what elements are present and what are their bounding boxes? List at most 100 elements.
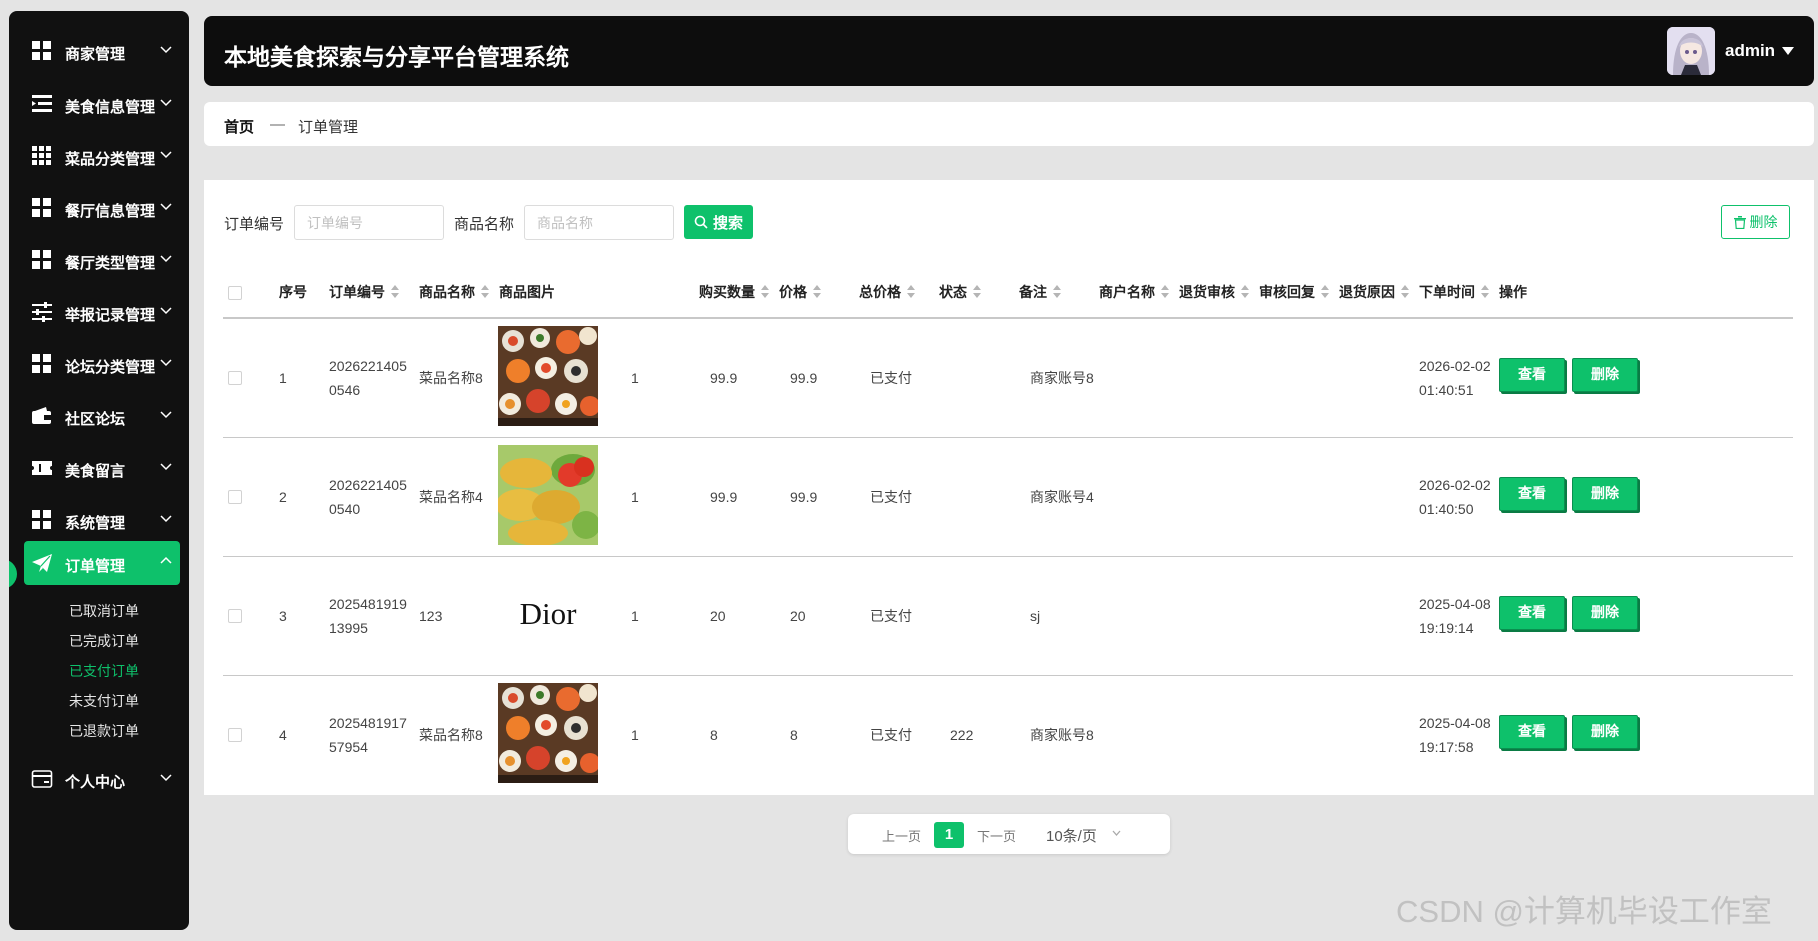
goods-image-sushi[interactable] [498,326,598,426]
sidebar-item-dish-category[interactable]: 菜品分类管理 [9,134,189,178]
cell-total: 20 [790,608,806,624]
sort-icon[interactable] [1401,285,1410,299]
sidebar-item-report-records[interactable]: 举报记录管理 [9,290,189,334]
col-header-label: 总价格 [859,284,901,300]
col-header-price[interactable]: 价格 [779,282,822,302]
submenu-cancelled-orders[interactable]: 已取消订单 [69,601,139,621]
avatar[interactable] [1667,27,1715,75]
sort-icon[interactable] [1161,285,1170,299]
col-header-label: 审核回复 [1259,284,1315,300]
ticket-icon [32,461,52,475]
row-checkbox[interactable] [228,490,242,504]
cell-order-time: 2026-02-02 01:40:50 [1419,477,1491,517]
sort-icon[interactable] [813,285,822,299]
sort-icon[interactable] [761,285,770,299]
col-header-order-no[interactable]: 订单编号 [329,282,400,302]
select-all-checkbox[interactable] [228,286,242,300]
sidebar-item-restaurant-info[interactable]: 餐厅信息管理 [9,186,189,230]
col-header-label: 商户名称 [1099,284,1155,300]
view-button[interactable]: 查看 [1499,715,1565,749]
sort-icon[interactable] [391,285,400,299]
col-header-return-reason[interactable]: 退货原因 [1339,282,1410,302]
cell-price: 99.9 [710,370,738,386]
sidebar-item-food-message[interactable]: 美食留言 [9,446,189,490]
col-header-total[interactable]: 总价格 [859,282,916,302]
chevron-down-icon[interactable] [1112,830,1121,837]
col-header-audit-reply[interactable]: 审核回复 [1259,282,1330,302]
page-number-current[interactable]: 1 [934,822,964,848]
col-header-order-time[interactable]: 下单时间 [1419,282,1490,302]
page-size-select[interactable]: 10条/页 [1046,825,1097,846]
goods-name-input[interactable] [524,205,674,240]
breadcrumb-home[interactable]: 首页 [224,116,254,137]
cell-merchant: 商家账号8 [1030,370,1094,386]
search-icon [694,215,708,229]
user-name[interactable]: admin [1725,41,1775,61]
submenu-refunded-orders[interactable]: 已退款订单 [69,721,139,741]
chevron-down-icon [160,307,172,315]
submenu-completed-orders[interactable]: 已完成订单 [69,631,139,651]
sushi-image [498,683,598,783]
sidebar-item-forum[interactable]: 社区论坛 [9,394,189,438]
sort-icon[interactable] [1053,285,1062,299]
next-page-button[interactable]: 下一页 [977,826,1016,845]
sidebar-item-merchant[interactable]: 商家管理 [9,29,189,73]
submenu-unpaid-orders[interactable]: 未支付订单 [69,691,139,711]
sort-icon[interactable] [907,285,916,299]
cell-total: 99.9 [790,489,818,505]
col-header-index: 序号 [279,282,307,302]
sidebar-item-personal-center[interactable]: 个人中心 [9,757,189,801]
sidebar-item-restaurant-type[interactable]: 餐厅类型管理 [9,238,189,282]
table-row: 2 20262214050540 菜品名称4 1 99.9 99.9 已支付 商… [223,438,1793,557]
sidebar-item-orders[interactable]: 订单管理 [24,541,180,585]
col-header-goods-name[interactable]: 商品名称 [419,282,490,302]
col-header-merchant[interactable]: 商户名称 [1099,282,1170,302]
cell-index: 2 [279,489,287,505]
delete-button[interactable]: 删除 [1572,596,1638,630]
delete-button[interactable]: 删除 [1572,358,1638,392]
row-checkbox[interactable] [228,371,242,385]
sidebar-item-forum-category[interactable]: 论坛分类管理 [9,342,189,386]
grid-icon [32,354,51,373]
sort-icon[interactable] [481,285,490,299]
row-checkbox[interactable] [228,609,242,623]
bulk-delete-button[interactable]: 删除 [1721,205,1790,239]
search-button[interactable]: 搜索 [684,205,753,239]
cell-merchant: sj [1030,608,1041,624]
delete-button[interactable]: 删除 [1572,715,1638,749]
order-list-panel: 订单编号 商品名称 搜索 删除 序号 订单编号 商品名称 商品图片 购买数量 价… [204,180,1814,795]
view-button[interactable]: 查看 [1499,596,1565,630]
col-header-status[interactable]: 状态 [939,282,982,302]
dior-logo-image: Dior [498,564,598,664]
view-button[interactable]: 查看 [1499,358,1565,392]
col-header-label: 商品名称 [419,284,475,300]
sidebar-item-food-info[interactable]: 美食信息管理 [9,82,189,126]
goods-image-sushi[interactable] [498,683,598,783]
breadcrumb: 首页 — 订单管理 [204,102,1814,146]
order-no-input[interactable] [294,205,444,240]
sort-icon[interactable] [1241,285,1250,299]
sushi-image [498,326,598,426]
sidebar-item-system[interactable]: 系统管理 [9,498,189,542]
sort-icon[interactable] [1481,285,1490,299]
view-button[interactable]: 查看 [1499,477,1565,511]
delete-button[interactable]: 删除 [1572,477,1638,511]
goods-image-dior[interactable]: Dior [498,564,598,664]
caret-down-icon[interactable] [1782,46,1794,56]
prev-page-button[interactable]: 上一页 [882,826,921,845]
goods-image-dumplings[interactable] [498,445,598,545]
sort-icon[interactable] [973,285,982,299]
grid-icon [32,198,51,217]
sort-icon[interactable] [1321,285,1330,299]
col-header-goods-image: 商品图片 [499,282,555,302]
submenu-paid-orders[interactable]: 已支付订单 [69,661,139,681]
card-icon [31,770,53,788]
row-checkbox[interactable] [228,728,242,742]
cell-order-no: 20262214050546 [329,358,407,398]
col-header-return-audit[interactable]: 退货审核 [1179,282,1250,302]
col-header-remark[interactable]: 备注 [1019,282,1062,302]
col-header-qty[interactable]: 购买数量 [699,282,770,302]
cell-status: 已支付 [870,370,912,386]
cell-index: 3 [279,608,287,624]
breadcrumb-current: 订单管理 [298,119,359,136]
